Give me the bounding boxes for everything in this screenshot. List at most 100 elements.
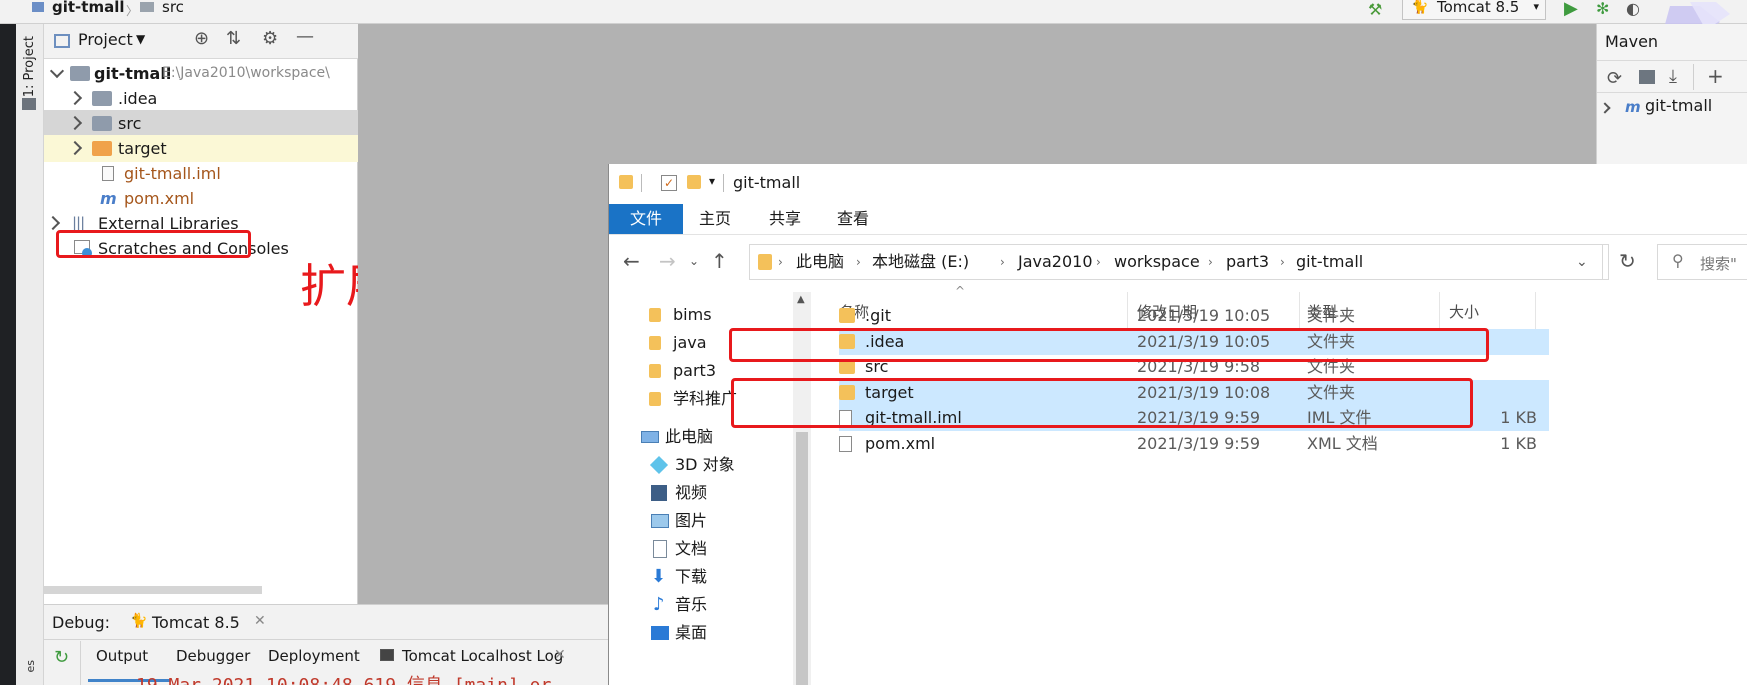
explorer-title-bar: ✓ ▾ git-tmall [609, 164, 1747, 204]
folder-icon [649, 336, 661, 350]
nav-item-label: 此电脑 [665, 427, 714, 446]
address-history-dropdown-icon[interactable]: ⌄ [1576, 245, 1588, 279]
tree-item-iml[interactable]: git-tmall.iml [44, 160, 358, 187]
project-view-title[interactable]: Project [78, 30, 133, 49]
download-icon[interactable]: ⤓ [1669, 66, 1677, 87]
run-configuration-selector[interactable]: 🐈 Tomcat 8.5 ▾ [1402, 0, 1546, 20]
tree-item-target[interactable]: target [44, 135, 358, 162]
tree-item-git-tmall[interactable]: git-tmall E:\Java2010\workspace\ [44, 60, 358, 87]
back-arrow-icon[interactable]: ← [623, 249, 640, 273]
editor-area-lower [358, 164, 608, 604]
address-segment[interactable]: part3 [1226, 245, 1269, 279]
tomcat-icon: 🐈 [130, 613, 148, 629]
divider [641, 174, 642, 192]
file-size: 1 KB [1500, 408, 1537, 427]
tree-item-src[interactable]: src [44, 110, 358, 137]
file-date: 2021/3/19 9:59 [1137, 434, 1261, 453]
quick-access-dropdown-icon[interactable]: ▾ [709, 174, 715, 188]
tab-output[interactable]: Output [96, 647, 148, 665]
nav-item-label: 视频 [675, 483, 708, 502]
coverage-icon[interactable]: ◐ [1626, 0, 1640, 18]
file-explorer-window: ✓ ▾ git-tmall 文件 主页 共享 查看 ← → ⌄ ↑ › 此电脑 … [608, 164, 1747, 685]
project-panel-header: Project ▼ ⊕ ⇅ ⚙ — [44, 24, 358, 59]
tab-debugger[interactable]: Debugger [176, 647, 250, 665]
ribbon-tab-share[interactable]: 共享 [769, 204, 801, 234]
minimize-icon[interactable]: — [296, 26, 314, 47]
tab-deployment[interactable]: Deployment [268, 647, 360, 665]
forward-arrow-icon[interactable]: → [659, 249, 676, 273]
up-arrow-icon[interactable]: ↑ [711, 249, 728, 273]
new-folder-icon[interactable] [687, 175, 701, 189]
chevron-down-icon[interactable]: ▼ [136, 32, 145, 46]
chevron-right-icon[interactable] [1599, 102, 1611, 114]
tree-item-idea[interactable]: .idea [44, 85, 358, 112]
tree-item-label: pom.xml [124, 189, 195, 208]
address-segment[interactable]: 此电脑 [796, 245, 844, 279]
gear-icon[interactable]: ⚙ [262, 28, 278, 49]
breadcrumb-project[interactable]: git-tmall [52, 0, 124, 22]
address-segment[interactable]: workspace [1114, 245, 1200, 279]
chevron-right-icon[interactable] [67, 115, 83, 131]
file-row[interactable]: .git 2021/3/19 10:05 文件夹 [839, 303, 1549, 329]
refresh-icon[interactable]: ↻ [1619, 249, 1636, 273]
file-date: 2021/3/19 10:05 [1137, 306, 1271, 325]
breadcrumb-separator-icon: 〉 [126, 4, 139, 18]
folder-icon [839, 308, 855, 323]
ribbon-tab-view[interactable]: 查看 [837, 204, 869, 234]
tree-item-pom[interactable]: m pom.xml [44, 185, 358, 212]
scrollbar-thumb[interactable] [796, 432, 808, 685]
debug-label: Debug: [52, 613, 111, 632]
tomcat-icon: 🐈 [1411, 0, 1429, 15]
project-panel-scrollbar[interactable] [44, 586, 262, 594]
tab-tomcat-localhost-log[interactable]: Tomcat Localhost Log [402, 647, 563, 665]
file-row[interactable]: pom.xml 2021/3/19 9:59 XML 文档 1 KB [839, 431, 1549, 457]
locate-icon[interactable]: ⊕ [194, 28, 209, 49]
chevron-right-icon[interactable] [67, 140, 83, 156]
chevron-right-icon[interactable] [45, 215, 61, 231]
maven-root-project[interactable]: git-tmall [1645, 96, 1712, 115]
recent-locations-icon[interactable]: ⌄ [689, 254, 699, 268]
window-edge [0, 24, 16, 685]
structure-icon[interactable] [22, 98, 36, 110]
rerun-icon[interactable]: ↻ [54, 647, 69, 668]
properties-icon[interactable]: ✓ [661, 175, 677, 191]
editor-area [358, 24, 1596, 164]
bottom-stripe-label[interactable]: es [24, 660, 37, 673]
ribbon-file-tab[interactable]: 文件 [609, 204, 683, 234]
file-type: 文件夹 [1307, 306, 1356, 325]
chevron-down-icon[interactable] [49, 63, 65, 79]
reload-icon[interactable]: ⟳ [1607, 68, 1622, 89]
generate-sources-icon[interactable] [1639, 70, 1655, 84]
address-segment[interactable]: git-tmall [1296, 245, 1363, 279]
run-icon[interactable]: ▶ [1564, 0, 1578, 19]
maven-panel: Maven ⟳ ⤓ + m git-tmall [1596, 24, 1747, 164]
nav-item-label: bims [673, 305, 712, 324]
file-name: pom.xml [865, 434, 936, 453]
add-icon[interactable]: + [1707, 64, 1724, 88]
close-icon[interactable]: ✕ [254, 613, 266, 629]
chevron-right-icon[interactable] [67, 90, 83, 106]
annotation-box-external-libraries [56, 230, 251, 258]
address-bar[interactable]: › 此电脑 › 本地磁盘 (E:) › Java2010 › workspace… [749, 244, 1609, 280]
video-icon [651, 485, 667, 501]
debug-icon[interactable]: ✻ [1596, 0, 1609, 18]
breadcrumb-src[interactable]: src [162, 0, 184, 22]
chevron-up-icon[interactable]: ▲ [797, 294, 805, 305]
address-segment[interactable]: Java2010 [1018, 245, 1093, 279]
divider [1602, 245, 1603, 279]
address-segment[interactable]: 本地磁盘 (E:) [872, 245, 969, 279]
search-input[interactable]: ⚲ 搜索" [1657, 244, 1747, 280]
folder-icon [92, 91, 112, 106]
debug-session-tab[interactable]: Tomcat 8.5 [152, 613, 240, 632]
close-icon[interactable]: ✕ [554, 647, 566, 663]
module-folder-icon [70, 66, 90, 81]
folder-icon [92, 116, 112, 131]
project-tool-window-button[interactable]: 1: Project [22, 36, 40, 97]
collapse-all-icon[interactable]: ⇅ [226, 28, 241, 49]
ribbon-tab-home[interactable]: 主页 [699, 204, 731, 234]
build-hammer-icon[interactable]: ⚒ [1368, 0, 1382, 19]
maven-file-icon: m [100, 189, 117, 208]
folder-icon [758, 254, 772, 270]
chevron-right-icon: › [778, 255, 783, 269]
debug-tool-window: Debug: 🐈 Tomcat 8.5 ✕ ↻ Output Debugger … [44, 604, 608, 685]
